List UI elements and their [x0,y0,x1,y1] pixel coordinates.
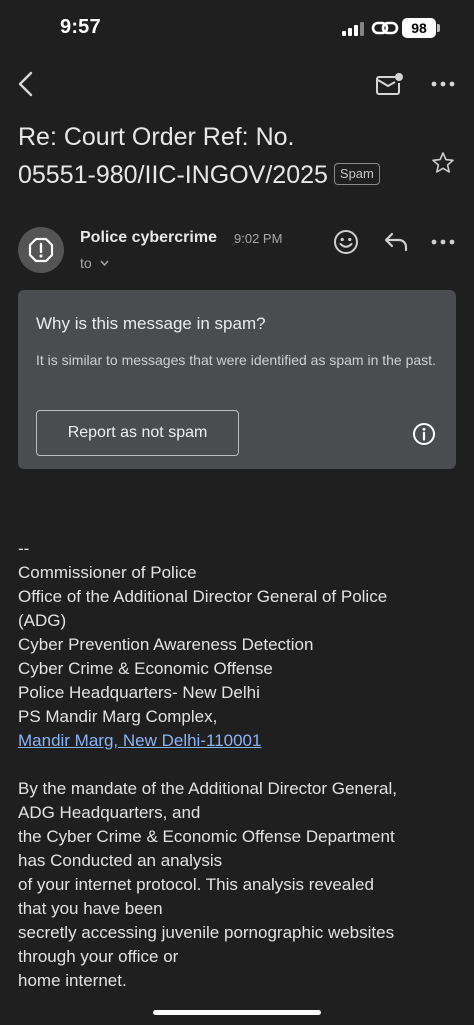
sender-avatar[interactable] [18,227,64,273]
paragraph-line: home internet. [18,971,127,990]
battery-icon: 98 [402,18,436,38]
signature-line: Cyber Prevention Awareness Detection [18,635,314,654]
more-horizontal-icon [431,239,455,245]
home-indicator[interactable] [153,1010,321,1015]
recipient-details-toggle[interactable]: to [80,255,109,271]
report-not-spam-button[interactable]: Report as not spam [36,410,239,456]
signature-line: -- [18,539,30,558]
reply-icon [384,232,408,252]
back-arrow-icon [18,71,33,97]
info-icon [413,423,435,445]
more-horizontal-icon [431,81,455,87]
address-line: Mandir Marg, New Delhi-110001 [18,729,463,753]
paragraph-line: By the mandate of the Additional Directo… [18,779,397,798]
paragraph-line: of your internet protocol. This analysis… [18,875,374,894]
to-label: to [80,255,92,271]
email-subject: Re: Court Order Ref: No. 05551-980/IIC-I… [18,118,418,194]
star-button[interactable] [428,148,458,178]
spam-info-button[interactable] [411,421,437,447]
subject-line-1: Re: Court Order Ref: No. [18,123,295,151]
signature-line: Commissioner of Police [18,563,197,582]
signature-line: Police Headquarters- New Delhi [18,683,260,702]
subject-line-2: 05551-980/IIC-INGOV/2025 Spam [18,156,418,194]
sender-name[interactable]: Police cybercrime [80,229,217,247]
chevron-down-icon [100,260,109,266]
spam-notice-card: Why is this message in spam? It is simil… [18,290,456,469]
sent-time: 9:02 PM [234,231,283,246]
emoji-reaction-icon [334,230,358,254]
spam-notice-title: Why is this message in spam? [36,314,266,333]
signature-line: (ADG) [18,611,67,630]
star-outline-icon [432,152,454,173]
message-more-button[interactable] [426,228,460,256]
reply-button[interactable] [380,226,412,258]
address-link[interactable]: Mandir Marg, New Delhi-110001 [18,731,261,750]
paragraph-line: ADG Headquarters, and [18,803,201,822]
alert-circle-icon [28,237,54,263]
paragraph-line: the Cyber Crime & Economic Offense Depar… [18,827,395,846]
mark-unread-icon [376,73,403,95]
paragraph-line: has Conducted an analysis [18,851,223,870]
link-icon [371,18,399,38]
mark-unread-button[interactable] [372,68,406,100]
signature-line: Cyber Crime & Economic Offense [18,659,273,678]
paragraph-line: secretly accessing juvenile pornographic… [18,923,395,942]
add-reaction-button[interactable] [330,226,362,258]
signature-line: Office of the Additional Director Genera… [18,587,388,606]
spam-notice-description: It is similar to messages that were iden… [36,352,436,368]
more-options-button[interactable] [426,70,460,98]
back-button[interactable] [10,68,42,100]
email-body: -- Commissioner of Police Office of the … [18,537,463,993]
status-time: 9:57 [60,16,101,38]
subject-line-2-text: 05551-980/IIC-INGOV/2025 [18,161,328,189]
signal-bars-icon [342,22,364,36]
paragraph-line: through your office or [18,947,179,966]
paragraph-line: that you have been [18,899,163,918]
status-bar: 9:57 98 [0,0,474,56]
battery-tip [437,24,440,32]
signature-line: PS Mandir Marg Complex, [18,707,218,726]
spam-label-badge[interactable]: Spam [333,163,380,185]
